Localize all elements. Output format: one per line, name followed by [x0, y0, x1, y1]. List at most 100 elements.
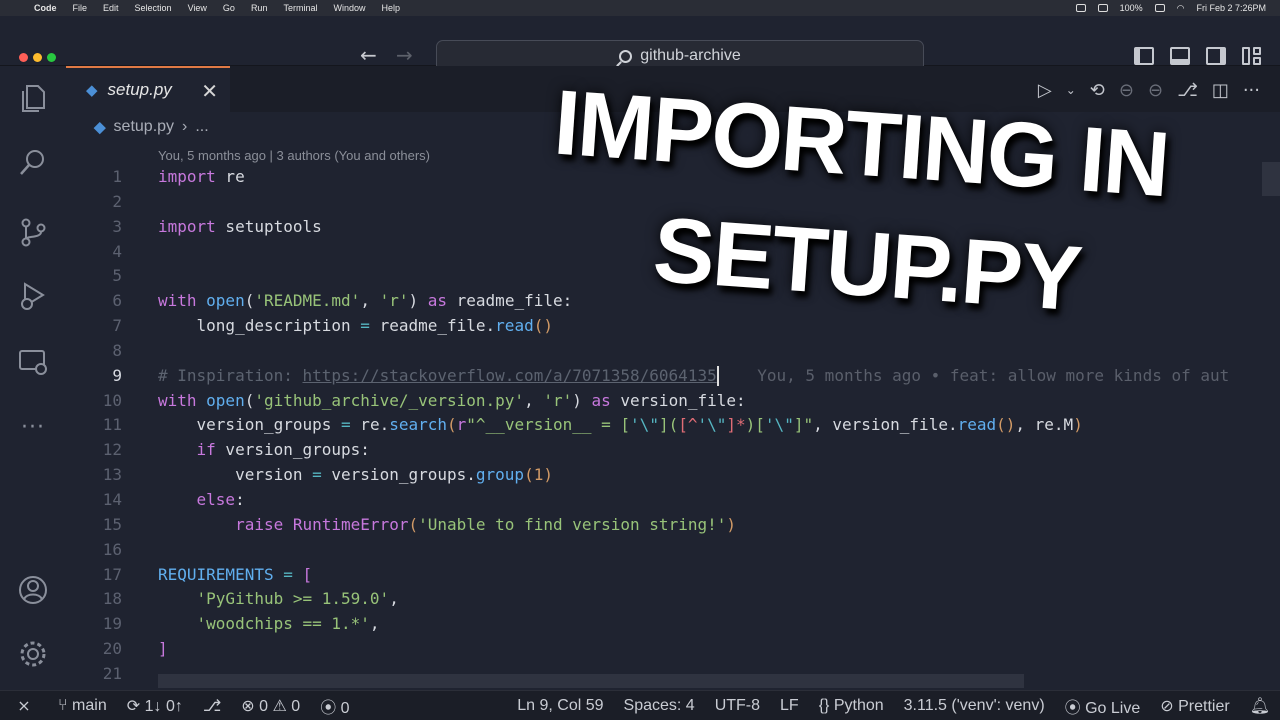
forward-arrow-icon[interactable]: →: [396, 43, 413, 67]
cursor-position[interactable]: Ln 9, Col 59: [507, 697, 613, 715]
toggle-panel-icon[interactable]: [1170, 47, 1190, 65]
prettier-button[interactable]: ⊘ Prettier: [1150, 696, 1239, 716]
tray-app-icon[interactable]: [1075, 4, 1086, 12]
code-token: import: [158, 216, 216, 236]
code-token: ,: [813, 415, 833, 435]
code-token: read: [495, 316, 534, 336]
code-token: r: [456, 415, 467, 435]
back-arrow-icon[interactable]: ←: [360, 43, 377, 67]
line-number: 4: [112, 241, 122, 261]
commit-previous-icon[interactable]: ⊖: [1119, 80, 1134, 101]
split-editor-icon[interactable]: ◫: [1212, 80, 1229, 101]
manage-gear-icon[interactable]: [17, 638, 49, 670]
chevron-down-icon[interactable]: ⌄: [1066, 83, 1076, 97]
run-python-file-icon[interactable]: ▷: [1038, 80, 1052, 101]
accounts-icon[interactable]: [17, 574, 49, 606]
line-number: 3: [112, 216, 122, 236]
clock[interactable]: Fri Feb 2 7:26PM: [1196, 3, 1266, 13]
code-line: 15 raise RuntimeError('Unable to find ve…: [66, 513, 1280, 538]
menu-selection[interactable]: Selection: [127, 3, 180, 13]
prettier-label: Prettier: [1178, 697, 1230, 715]
code-token: ](: [658, 415, 679, 435]
zoom-window-button[interactable]: [47, 53, 56, 62]
explorer-icon[interactable]: [17, 82, 49, 114]
code-token: as: [591, 390, 611, 410]
code-token: ): [1073, 415, 1083, 435]
menu-bar-tray: 100% ◠ Fri Feb 2 7:26PM: [1075, 3, 1280, 14]
indentation[interactable]: Spaces: 4: [614, 697, 705, 715]
end-of-line[interactable]: LF: [770, 697, 809, 715]
code-token: ): [572, 390, 592, 410]
git-sync[interactable]: ⟳ 1↓ 0↑: [117, 696, 193, 716]
search-view-icon[interactable]: [17, 146, 49, 178]
git-blame-icon[interactable]: ⎇: [1177, 80, 1198, 101]
notifications-bell-icon[interactable]: 🔔︎: [1240, 696, 1280, 716]
breadcrumb: ◆ setup.py › ...: [94, 118, 209, 136]
menu-edit[interactable]: Edit: [95, 3, 127, 13]
line-number: 9: [112, 365, 122, 385]
tray-sync-icon[interactable]: [1097, 4, 1108, 12]
close-window-button[interactable]: [19, 53, 28, 62]
code-token: =: [283, 564, 293, 584]
breadcrumb-file[interactable]: setup.py: [114, 118, 174, 136]
battery-icon[interactable]: [1154, 4, 1165, 12]
commit-next-icon[interactable]: ⊖: [1148, 80, 1163, 101]
more-actions-icon[interactable]: ···: [1243, 80, 1260, 101]
python-icon: ◆: [86, 81, 98, 99]
code-token: ): [543, 465, 553, 485]
close-icon[interactable]: ✕: [201, 79, 218, 103]
code-token: 'PyGithub >= 1.59.0': [196, 589, 390, 609]
code-token: (: [244, 291, 255, 311]
branch-icon: ⑂: [58, 696, 73, 714]
go-live-button[interactable]: ⦿ Go Live: [1055, 694, 1151, 718]
breadcrumb-symbols[interactable]: ...: [195, 118, 208, 136]
problems-indicator[interactable]: ⊗ 0 ⚠ 0: [231, 696, 310, 716]
code-token: RuntimeError: [283, 514, 409, 534]
git-graph-icon[interactable]: ⎇: [193, 696, 231, 716]
codelens-blame[interactable]: You, 5 months ago | 3 authors (You and o…: [158, 148, 430, 163]
customize-layout-icon[interactable]: [1242, 47, 1262, 65]
menu-app[interactable]: Code: [26, 3, 65, 13]
wifi-icon[interactable]: ◠: [1177, 3, 1185, 14]
code-token: open: [196, 291, 245, 311]
minimize-window-button[interactable]: [33, 53, 42, 62]
code-token: 'Unable to find version string!': [418, 514, 727, 534]
git-branch[interactable]: ⑂ main: [48, 697, 117, 715]
menu-terminal[interactable]: Terminal: [275, 3, 325, 13]
menu-go[interactable]: Go: [215, 3, 243, 13]
code-token: import: [158, 167, 216, 186]
more-views-icon[interactable]: ···: [17, 412, 49, 444]
horizontal-scrollbar[interactable]: [158, 674, 1024, 688]
menu-view[interactable]: View: [180, 3, 215, 13]
code-token: ,: [524, 390, 544, 410]
code-line: 11 version_groups = re.search(r"^__versi…: [66, 413, 1280, 438]
editor-actions: ▷ ⌄ ⟲ ⊖ ⊖ ⎇ ◫ ···: [1038, 76, 1280, 104]
menu-file[interactable]: File: [65, 3, 96, 13]
run-and-debug-icon[interactable]: [17, 280, 49, 312]
battery-percent: 100%: [1119, 3, 1143, 13]
language-mode[interactable]: {} Python: [809, 697, 894, 715]
ports-indicator[interactable]: ⦿ 0: [310, 694, 359, 718]
remote-indicator-icon[interactable]: ⨯: [0, 696, 48, 716]
menu-window[interactable]: Window: [325, 3, 373, 13]
code-token: =: [312, 465, 322, 485]
code-token: [^: [678, 415, 698, 435]
tab-setup-py[interactable]: ◆ setup.py ✕: [66, 66, 230, 112]
toggle-primary-sidebar-icon[interactable]: [1134, 47, 1154, 65]
menu-help[interactable]: Help: [373, 3, 408, 13]
encoding[interactable]: UTF-8: [705, 697, 770, 715]
code-token: "^__version__ = [: [466, 415, 631, 435]
comment-token: # Inspiration:: [158, 365, 303, 385]
code-line: 14 else:: [66, 488, 1280, 513]
code-token: version_groups: [196, 415, 342, 435]
toggle-secondary-sidebar-icon[interactable]: [1206, 47, 1226, 65]
timeline-back-icon[interactable]: ⟲: [1090, 80, 1105, 101]
source-control-icon[interactable]: [17, 216, 49, 248]
menu-run[interactable]: Run: [243, 3, 276, 13]
python-interpreter[interactable]: 3.11.5 ('venv': venv): [894, 697, 1055, 715]
remote-explorer-icon[interactable]: [17, 346, 49, 378]
